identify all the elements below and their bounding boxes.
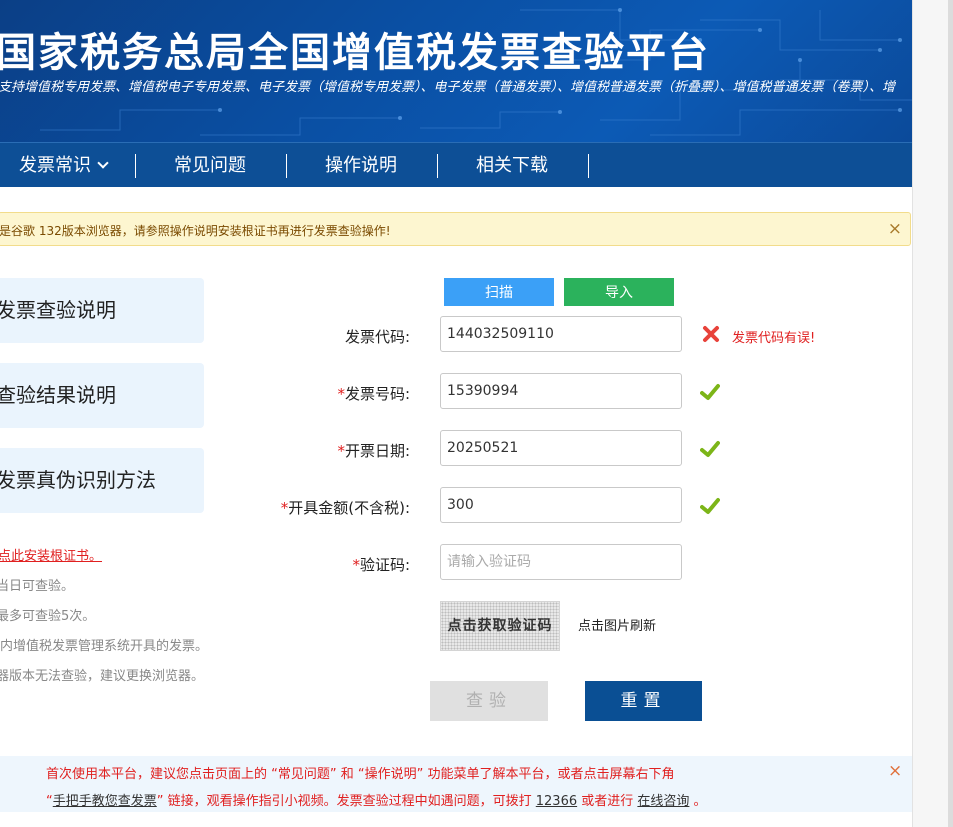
captcha-label: *验证码: <box>352 556 410 574</box>
page-scrollbar[interactable] <box>912 0 953 827</box>
issue-date-label: *开票日期: <box>337 442 410 460</box>
close-icon[interactable]: × <box>888 761 902 781</box>
close-icon[interactable]: × <box>888 219 902 239</box>
browser-notice-text: 是谷歌 132版本浏览器，请参照操作说明安装根证书再进行发票查验操作! <box>0 224 391 238</box>
required-mark: * <box>352 556 360 574</box>
nav-divider <box>286 154 287 178</box>
check-icon <box>700 441 720 457</box>
tip-text: 当日可查验。 <box>0 579 75 594</box>
invoice-number-input[interactable] <box>440 373 682 409</box>
invoice-code-label: 发票代码: <box>344 328 410 346</box>
video-guide-link[interactable]: 手把手教您查发票 <box>53 794 157 809</box>
nav-item-faq[interactable]: 常见问题 <box>150 143 270 188</box>
hotline-number[interactable]: 12366 <box>536 794 577 809</box>
captcha-image[interactable]: 点击获取验证码 <box>440 601 560 651</box>
invoice-code-error: 发票代码有误! <box>732 331 816 346</box>
menu-invoice-check-guide[interactable]: 发票查验说明 <box>0 278 204 343</box>
site-header: 国家税务总局全国增值税发票查验平台 支持增值税专用发票、增值税电子专用发票、电子… <box>0 0 912 142</box>
guide-text-line2: “手把手教您查发票” 链接，观看操作指引小视频。发票查验过程中如遇问题，可拨打 … <box>46 794 707 809</box>
captcha-refresh-hint: 点击图片刷新 <box>578 619 657 634</box>
first-use-guide-bar: 首次使用本平台，建议您点击页面上的 “常见问题” 和 “操作说明” 功能菜单了解… <box>0 756 912 812</box>
check-icon <box>700 498 720 514</box>
import-button[interactable]: 导入 <box>564 278 674 306</box>
nav-divider <box>588 154 589 178</box>
nav-item-operation-guide[interactable]: 操作说明 <box>301 143 421 188</box>
captcha-input[interactable] <box>440 544 682 580</box>
chevron-down-icon <box>97 157 109 169</box>
browser-notice-bar: 是谷歌 132版本浏览器，请参照操作说明安装根证书再进行发票查验操作! × <box>0 212 911 246</box>
guide-text-line1: 首次使用本平台，建议您点击页面上的 “常见问题” 和 “操作说明” 功能菜单了解… <box>46 767 675 782</box>
required-mark: * <box>337 442 345 460</box>
page-title: 国家税务总局全国增值税发票查验平台 <box>0 30 710 76</box>
tip-text: 器版本无法查验，建议更换浏览器。 <box>0 669 205 684</box>
amount-label: *开具金额(不含税): <box>280 499 410 517</box>
scan-button[interactable]: 扫描 <box>444 278 554 306</box>
nav-item-label: 发票常识 <box>19 155 91 176</box>
check-icon <box>700 384 720 400</box>
tip-text: 最多可查验5次。 <box>0 609 96 624</box>
menu-label: 查验结果说明 <box>0 383 116 407</box>
menu-label: 发票查验说明 <box>0 298 116 322</box>
check-button[interactable]: 查验 <box>430 681 548 721</box>
issue-date-input[interactable] <box>440 430 682 466</box>
captcha-image-text: 点击获取验证码 <box>447 618 553 634</box>
nav-item-downloads[interactable]: 相关下载 <box>452 143 572 188</box>
online-consult-link[interactable]: 在线咨询 <box>637 794 689 809</box>
reset-button[interactable]: 重置 <box>585 681 702 721</box>
invoice-code-input[interactable] <box>440 316 682 352</box>
menu-authenticity-methods[interactable]: 发票真伪识别方法 <box>0 448 204 513</box>
nav-item-invoice-knowledge[interactable]: 发票常识 <box>19 143 139 188</box>
install-root-cert-link[interactable]: 点此安装根证书。 <box>0 545 102 564</box>
invoice-number-label: *发票号码: <box>337 385 410 403</box>
supported-invoice-types: 支持增值税专用发票、增值税电子专用发票、电子发票（增值税专用发票）、电子发票（普… <box>0 80 896 95</box>
amount-input[interactable] <box>440 487 682 523</box>
nav-divider <box>437 154 438 178</box>
scrollbar-track[interactable] <box>948 0 953 827</box>
nav-divider <box>135 154 136 178</box>
required-mark: * <box>337 385 345 403</box>
menu-label: 发票真伪识别方法 <box>0 468 156 492</box>
error-cross-icon <box>703 326 719 342</box>
tip-text: 内增值税发票管理系统开具的发票。 <box>0 639 209 654</box>
main-nav: 发票常识 常见问题 操作说明 相关下载 <box>0 142 912 187</box>
menu-check-result-guide[interactable]: 查验结果说明 <box>0 363 204 428</box>
